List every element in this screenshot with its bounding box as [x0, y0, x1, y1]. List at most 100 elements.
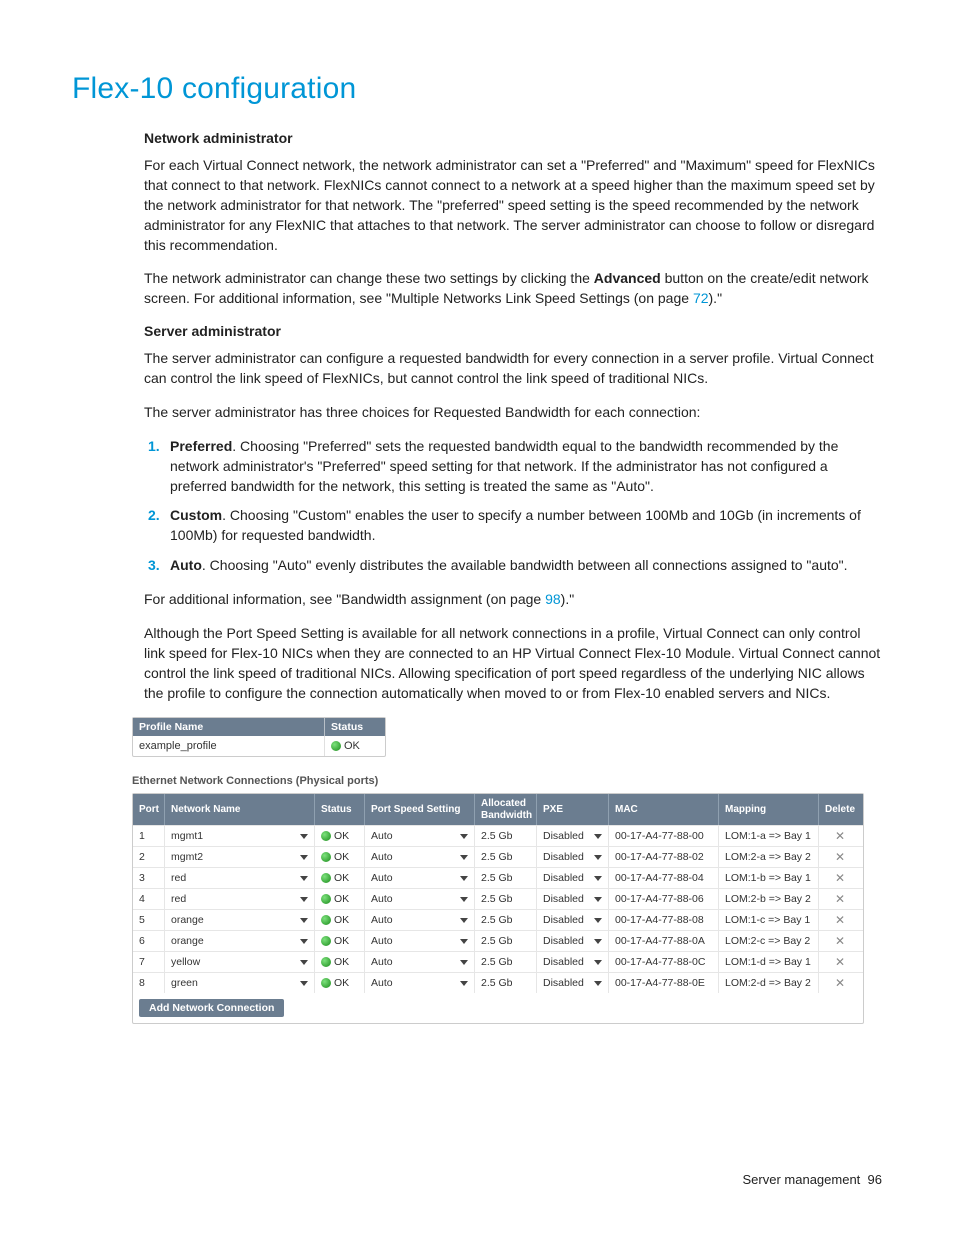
- delete-cell[interactable]: ✕: [819, 847, 861, 867]
- port-speed-dropdown[interactable]: Auto: [365, 826, 475, 846]
- mac-cell: 00-17-A4-77-88-08: [609, 910, 719, 930]
- chevron-down-icon: [300, 960, 308, 965]
- delete-cell[interactable]: ✕: [819, 826, 861, 846]
- pxe-dropdown[interactable]: Disabled: [537, 847, 609, 867]
- status-cell: OK: [315, 826, 365, 846]
- page-footer: Server management 96: [743, 1172, 882, 1187]
- status-cell: OK: [315, 973, 365, 993]
- network-name-dropdown[interactable]: mgmt1: [165, 826, 315, 846]
- bw-cell: 2.5 Gb: [475, 973, 537, 993]
- chevron-down-icon: [594, 897, 602, 902]
- network-admin-heading: Network administrator: [144, 130, 882, 146]
- page-title: Flex-10 configuration: [72, 72, 882, 106]
- close-icon: ✕: [835, 955, 845, 969]
- after-list-p: For additional information, see "Bandwid…: [144, 590, 882, 610]
- status-cell: OK: [315, 889, 365, 909]
- delete-cell[interactable]: ✕: [819, 973, 861, 993]
- close-icon: ✕: [835, 829, 845, 843]
- status-cell: OK: [315, 910, 365, 930]
- chevron-down-icon: [460, 960, 468, 965]
- chevron-down-icon: [300, 918, 308, 923]
- mac-cell: 00-17-A4-77-88-0C: [609, 952, 719, 972]
- bw-cell: 2.5 Gb: [475, 910, 537, 930]
- pxe-dropdown[interactable]: Disabled: [537, 931, 609, 951]
- chevron-down-icon: [460, 834, 468, 839]
- col-status: Status: [325, 718, 385, 736]
- close-icon: ✕: [835, 871, 845, 885]
- network-name-dropdown[interactable]: red: [165, 889, 315, 909]
- delete-cell[interactable]: ✕: [819, 931, 861, 951]
- profile-name-cell: example_profile: [133, 736, 325, 756]
- port-speed-dropdown[interactable]: Auto: [365, 973, 475, 993]
- port-cell: 5: [133, 910, 165, 930]
- col-port: Port: [133, 794, 165, 825]
- server-admin-p2: The server administrator has three choic…: [144, 403, 882, 423]
- pxe-dropdown[interactable]: Disabled: [537, 952, 609, 972]
- option-text: . Choosing "Auto" evenly distributes the…: [202, 557, 848, 573]
- pxe-dropdown[interactable]: Disabled: [537, 868, 609, 888]
- port-speed-dropdown[interactable]: Auto: [365, 889, 475, 909]
- text: ).": [709, 290, 723, 306]
- close-icon: ✕: [835, 850, 845, 864]
- bw-cell: 2.5 Gb: [475, 868, 537, 888]
- option-name: Preferred: [170, 438, 232, 454]
- mac-cell: 00-17-A4-77-88-0E: [609, 973, 719, 993]
- delete-cell[interactable]: ✕: [819, 952, 861, 972]
- table-row: 7yellowOKAuto2.5 GbDisabled00-17-A4-77-8…: [133, 951, 863, 972]
- bw-cell: 2.5 Gb: [475, 889, 537, 909]
- mac-cell: 00-17-A4-77-88-06: [609, 889, 719, 909]
- page-link-98[interactable]: 98: [545, 591, 561, 607]
- text: The network administrator can change the…: [144, 270, 594, 286]
- chevron-down-icon: [460, 939, 468, 944]
- delete-cell[interactable]: ✕: [819, 889, 861, 909]
- ok-icon: [321, 873, 331, 883]
- port-speed-dropdown[interactable]: Auto: [365, 868, 475, 888]
- pxe-dropdown[interactable]: Disabled: [537, 889, 609, 909]
- network-name-dropdown[interactable]: green: [165, 973, 315, 993]
- list-item: Custom. Choosing "Custom" enables the us…: [170, 506, 882, 546]
- bw-cell: 2.5 Gb: [475, 952, 537, 972]
- ok-icon: [331, 741, 341, 751]
- ok-icon: [321, 915, 331, 925]
- connections-table: Port Network Name Status Port Speed Sett…: [132, 793, 864, 1024]
- list-item: Preferred. Choosing "Preferred" sets the…: [170, 437, 882, 497]
- port-cell: 6: [133, 931, 165, 951]
- ok-icon: [321, 957, 331, 967]
- col-pxe: PXE: [537, 794, 609, 825]
- port-speed-dropdown[interactable]: Auto: [365, 952, 475, 972]
- mapping-cell: LOM:1-b => Bay 1: [719, 868, 819, 888]
- port-speed-dropdown[interactable]: Auto: [365, 931, 475, 951]
- pxe-dropdown[interactable]: Disabled: [537, 826, 609, 846]
- pxe-dropdown[interactable]: Disabled: [537, 973, 609, 993]
- col-network: Network Name: [165, 794, 315, 825]
- port-cell: 2: [133, 847, 165, 867]
- port-speed-dropdown[interactable]: Auto: [365, 910, 475, 930]
- mac-cell: 00-17-A4-77-88-0A: [609, 931, 719, 951]
- option-text: . Choosing "Custom" enables the user to …: [170, 507, 861, 543]
- table-row: 1mgmt1OKAuto2.5 GbDisabled00-17-A4-77-88…: [133, 825, 863, 846]
- network-name-dropdown[interactable]: orange: [165, 910, 315, 930]
- chevron-down-icon: [594, 918, 602, 923]
- add-network-connection-button[interactable]: Add Network Connection: [139, 999, 284, 1017]
- body-content: Network administrator For each Virtual C…: [144, 130, 882, 1024]
- network-name-dropdown[interactable]: mgmt2: [165, 847, 315, 867]
- col-bw: Allocated Bandwidth: [475, 794, 537, 825]
- option-text: . Choosing "Preferred" sets the requeste…: [170, 438, 838, 494]
- chevron-down-icon: [300, 876, 308, 881]
- ok-icon: [321, 831, 331, 841]
- port-speed-dropdown[interactable]: Auto: [365, 847, 475, 867]
- delete-cell[interactable]: ✕: [819, 868, 861, 888]
- table-row: 6orangeOKAuto2.5 GbDisabled00-17-A4-77-8…: [133, 930, 863, 951]
- table-row: 2mgmt2OKAuto2.5 GbDisabled00-17-A4-77-88…: [133, 846, 863, 867]
- ok-icon: [321, 852, 331, 862]
- closing-p: Although the Port Speed Setting is avail…: [144, 624, 882, 704]
- col-status: Status: [315, 794, 365, 825]
- chevron-down-icon: [594, 834, 602, 839]
- network-name-dropdown[interactable]: red: [165, 868, 315, 888]
- network-name-dropdown[interactable]: yellow: [165, 952, 315, 972]
- network-name-dropdown[interactable]: orange: [165, 931, 315, 951]
- page-link-72[interactable]: 72: [693, 290, 709, 306]
- pxe-dropdown[interactable]: Disabled: [537, 910, 609, 930]
- delete-cell[interactable]: ✕: [819, 910, 861, 930]
- ok-icon: [321, 936, 331, 946]
